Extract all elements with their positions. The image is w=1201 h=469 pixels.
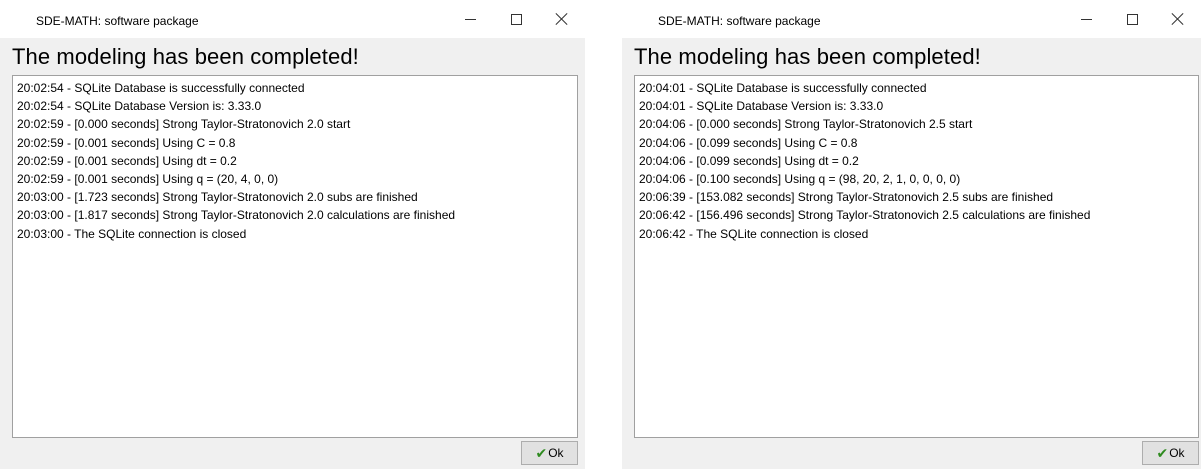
log-line: 20:06:42 - [156.496 seconds] Strong Tayl… — [639, 208, 1091, 223]
window-title: SDE-MATH: software package — [36, 14, 199, 28]
minimize-button[interactable] — [1063, 0, 1109, 38]
maximize-icon — [1126, 13, 1138, 25]
window-title: SDE-MATH: software package — [658, 14, 821, 28]
log-line: 20:02:59 - [0.001 seconds] Using dt = 0.… — [17, 153, 237, 168]
title-bar[interactable]: SDE-MATH: software package — [622, 0, 1201, 38]
completion-heading: The modeling has been completed! — [12, 44, 359, 69]
log-line: 20:02:54 - SQLite Database is successful… — [17, 81, 305, 95]
title-bar[interactable]: SDE-MATH: software package — [0, 0, 585, 38]
log-line: 20:02:59 - [0.000 seconds] Strong Taylor… — [17, 117, 351, 132]
log-line: 20:06:42 - The SQLite connection is clos… — [639, 226, 869, 241]
completion-heading: The modeling has been completed! — [634, 44, 981, 69]
log-line: 20:04:01 - SQLite Database is successful… — [639, 81, 927, 95]
log-line: 20:03:00 - [1.817 seconds] Strong Taylor… — [17, 208, 456, 223]
maximize-button[interactable] — [493, 0, 539, 38]
close-button[interactable] — [1155, 0, 1201, 38]
log-line: 20:04:06 - [0.100 seconds] Using q = (98… — [639, 172, 961, 187]
log-line: 20:02:59 - [0.001 seconds] Using q = (20… — [17, 172, 279, 187]
maximize-icon — [510, 13, 522, 25]
dialog-window: SDE-MATH: software package The modeling … — [0, 0, 585, 469]
maximize-button[interactable] — [1109, 0, 1155, 38]
ok-button-label: Ok — [1169, 446, 1185, 460]
ok-button[interactable]: ✔ Ok — [1142, 441, 1199, 465]
log-line: 20:02:59 - [0.001 seconds] Using C = 0.8 — [17, 135, 236, 150]
log-line: 20:06:39 - [153.082 seconds] Strong Tayl… — [639, 190, 1054, 205]
ok-button-label: Ok — [548, 446, 564, 460]
minimize-button[interactable] — [447, 0, 493, 38]
close-button[interactable] — [539, 0, 585, 38]
dialog-window: SDE-MATH: software package The modeling … — [622, 0, 1201, 469]
log-line: 20:04:06 - [0.099 seconds] Using C = 0.8 — [639, 135, 858, 150]
minimize-icon — [1080, 19, 1092, 20]
minimize-icon — [464, 19, 476, 20]
checkmark-icon: ✔ — [1156, 445, 1169, 461]
log-text-area[interactable]: 20:02:54 - SQLite Database is successful… — [12, 75, 578, 438]
log-line: 20:03:00 - The SQLite connection is clos… — [17, 226, 247, 241]
log-text-area[interactable]: 20:04:01 - SQLite Database is successful… — [634, 75, 1199, 438]
log-line: 20:02:54 - SQLite Database Version is: 3… — [17, 99, 262, 114]
log-line: 20:04:06 - [0.000 seconds] Strong Taylor… — [639, 117, 973, 132]
log-line: 20:04:06 - [0.099 seconds] Using dt = 0.… — [639, 153, 859, 168]
log-line: 20:04:01 - SQLite Database Version is: 3… — [639, 99, 884, 114]
ok-button[interactable]: ✔ Ok — [521, 441, 578, 465]
log-line: 20:03:00 - [1.723 seconds] Strong Taylor… — [17, 190, 418, 205]
checkmark-icon: ✔ — [535, 445, 548, 461]
close-icon — [1172, 13, 1184, 25]
close-icon — [556, 13, 568, 25]
